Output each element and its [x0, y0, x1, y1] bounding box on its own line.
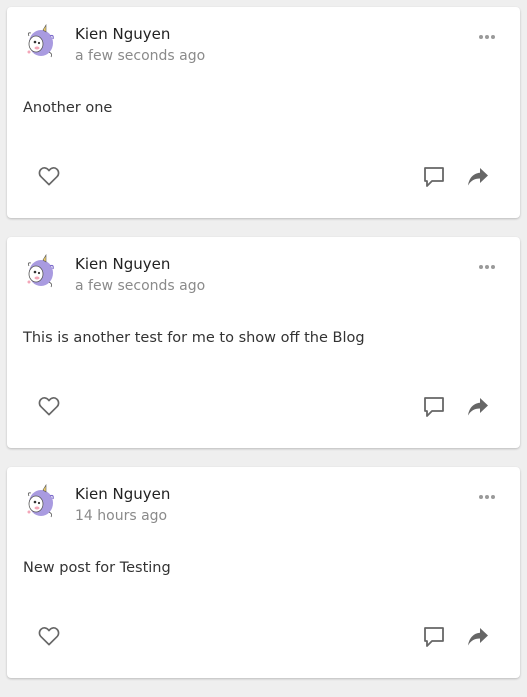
post-card: Kien Nguyen a few seconds ago Another on…	[7, 7, 520, 218]
post-content: This is another test for me to show off …	[23, 330, 365, 346]
post-timestamp: a few seconds ago	[75, 48, 206, 64]
avatar[interactable]	[23, 24, 57, 58]
share-arrow-icon	[468, 168, 488, 186]
comment-button[interactable]	[421, 164, 447, 190]
author-name[interactable]: Kien Nguyen	[75, 25, 170, 43]
heart-icon	[38, 167, 60, 186]
like-button[interactable]	[36, 393, 62, 419]
comment-button[interactable]	[421, 394, 447, 420]
author-name[interactable]: Kien Nguyen	[75, 485, 170, 503]
unicorn-avatar-icon	[27, 484, 54, 518]
post-timestamp: a few seconds ago	[75, 278, 206, 294]
share-button[interactable]	[465, 394, 491, 420]
post-card: Kien Nguyen a few seconds ago This is an…	[7, 237, 520, 448]
more-options-button[interactable]	[474, 258, 500, 276]
more-horizontal-icon	[479, 265, 495, 269]
comment-icon	[424, 167, 444, 187]
comment-icon	[424, 627, 444, 647]
avatar[interactable]	[23, 484, 57, 518]
author-name[interactable]: Kien Nguyen	[75, 255, 170, 273]
comment-icon	[424, 397, 444, 417]
like-button[interactable]	[36, 623, 62, 649]
more-options-button[interactable]	[474, 28, 500, 46]
post-content: New post for Testing	[23, 560, 171, 576]
share-button[interactable]	[465, 624, 491, 650]
more-horizontal-icon	[479, 35, 495, 39]
post-timestamp: 14 hours ago	[75, 508, 168, 524]
more-options-button[interactable]	[474, 488, 500, 506]
like-button[interactable]	[36, 163, 62, 189]
avatar[interactable]	[23, 254, 57, 288]
unicorn-avatar-icon	[27, 254, 54, 288]
comment-button[interactable]	[421, 624, 447, 650]
share-arrow-icon	[468, 628, 488, 646]
heart-icon	[38, 627, 60, 646]
share-arrow-icon	[468, 398, 488, 416]
post-card: Kien Nguyen 14 hours ago New post for Te…	[7, 467, 520, 678]
heart-icon	[38, 397, 60, 416]
post-feed: Kien Nguyen a few seconds ago Another on…	[7, 7, 520, 697]
share-button[interactable]	[465, 164, 491, 190]
more-horizontal-icon	[479, 495, 495, 499]
unicorn-avatar-icon	[27, 24, 54, 58]
post-content: Another one	[23, 100, 113, 116]
